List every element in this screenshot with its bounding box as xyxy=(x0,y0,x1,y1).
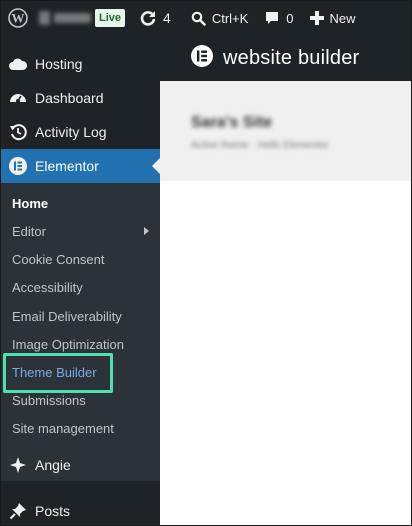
sidebar-item-label: Posts xyxy=(35,503,71,519)
sidebar-item-label: Activity Log xyxy=(35,124,107,140)
elementor-logo-icon xyxy=(190,44,214,73)
site-card: Sara's Site Active theme · Hello Element… xyxy=(160,81,411,181)
svg-text:W: W xyxy=(12,11,25,26)
site-subtitle: Active theme · Hello Elementor xyxy=(191,140,329,151)
sidebar-item-label: Hosting xyxy=(35,56,83,72)
comments-count: 0 xyxy=(286,10,294,26)
site-title: Sara's Site xyxy=(191,114,273,131)
gauge-icon xyxy=(1,90,35,106)
submenu-item-cookie-consent[interactable]: Cookie Consent xyxy=(12,251,105,269)
sidebar-item-label: Dashboard xyxy=(35,90,104,106)
submenu-item-submissions[interactable]: Submissions xyxy=(12,392,86,410)
comments-button[interactable]: 0 xyxy=(264,1,294,35)
page-title: website builder xyxy=(223,46,360,69)
admin-bar: W Live 4 Ctrl+K 0 New xyxy=(1,1,411,35)
sidebar-item-elementor[interactable]: Elementor xyxy=(1,149,160,183)
search-button[interactable]: Ctrl+K xyxy=(191,1,248,35)
cloud-icon xyxy=(1,57,35,71)
sidebar-item-dashboard[interactable]: Dashboard xyxy=(1,81,160,115)
updates-button[interactable]: 4 xyxy=(139,1,171,35)
submenu-item-accessibility[interactable]: Accessibility xyxy=(12,279,83,297)
live-badge[interactable]: Live xyxy=(95,9,126,27)
window-frame: W Live 4 Ctrl+K 0 New Hosting Dashboard … xyxy=(0,0,412,526)
submenu-item-home[interactable]: Home xyxy=(12,195,48,213)
sidebar-item-label: Angie xyxy=(35,457,71,473)
new-content-button[interactable]: New xyxy=(309,1,356,35)
history-icon xyxy=(1,123,35,141)
new-label: New xyxy=(329,10,356,26)
sidebar-item-label: Elementor xyxy=(35,158,99,174)
search-icon xyxy=(191,11,206,26)
sidebar-item-hosting[interactable]: Hosting xyxy=(1,47,160,81)
elementor-header: website builder xyxy=(160,35,411,81)
angie-icon xyxy=(1,456,35,474)
comment-icon xyxy=(266,12,279,24)
elementor-submenu: Home Editor Cookie Consent Accessibility… xyxy=(1,183,160,481)
search-shortcut: Ctrl+K xyxy=(211,10,249,26)
sidebar-item-posts[interactable]: Posts xyxy=(1,494,160,525)
admin-sidebar: Hosting Dashboard Activity Log Elementor… xyxy=(1,35,160,525)
plus-icon xyxy=(309,11,324,25)
pin-icon xyxy=(1,502,35,520)
updates-count: 4 xyxy=(163,10,171,26)
site-name-blurred[interactable] xyxy=(39,11,91,25)
submenu-item-email-deliverability[interactable]: Email Deliverability xyxy=(12,308,122,326)
sidebar-item-angie[interactable]: Angie xyxy=(1,448,160,482)
submenu-item-site-management[interactable]: Site management xyxy=(12,420,114,438)
elementor-icon xyxy=(1,156,35,176)
submenu-item-image-optimization[interactable]: Image Optimization xyxy=(12,336,124,354)
wordpress-logo-icon[interactable]: W xyxy=(1,1,35,35)
active-indicator xyxy=(152,158,160,174)
theme-builder-highlight-box xyxy=(3,353,113,393)
refresh-icon xyxy=(140,11,156,26)
chevron-right-icon xyxy=(144,227,149,235)
sidebar-item-activity-log[interactable]: Activity Log xyxy=(1,115,160,149)
submenu-item-editor[interactable]: Editor xyxy=(12,223,46,241)
